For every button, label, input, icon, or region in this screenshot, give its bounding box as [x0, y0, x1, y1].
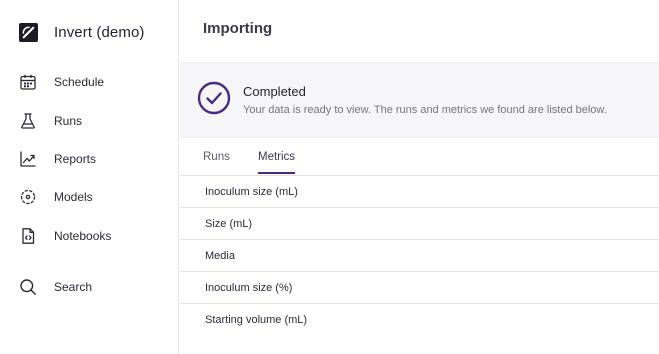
calendar-icon	[20, 74, 36, 90]
models-icon	[20, 189, 36, 205]
main-content: Importing Completed Your data is ready t…	[180, 0, 659, 354]
flask-icon	[21, 113, 35, 129]
sidebar-item-label: Schedule	[54, 75, 105, 89]
logo-icon	[19, 22, 38, 42]
notebook-icon	[22, 228, 35, 244]
page-title: Importing	[203, 20, 273, 37]
list-item[interactable]: Inoculum size (mL)	[180, 176, 659, 208]
list-item[interactable]: Size (mL)	[180, 208, 659, 240]
sidebar-item-reports[interactable]: Reports	[19, 148, 169, 170]
sidebar-item-search[interactable]: Search	[19, 276, 169, 298]
list-item[interactable]: Media	[180, 240, 659, 272]
status-banner: Completed Your data is ready to view. Th…	[180, 62, 659, 138]
check-circle-icon	[197, 81, 231, 115]
sidebar-item-label: Notebooks	[54, 229, 112, 243]
brand-name: Invert (demo)	[54, 23, 145, 41]
sidebar-item-label: Runs	[54, 114, 83, 128]
tab-bar: Runs Metrics	[180, 138, 659, 176]
tab-runs[interactable]: Runs	[203, 151, 230, 172]
sidebar-item-label: Reports	[54, 152, 97, 166]
sidebar-item-runs[interactable]: Runs	[19, 110, 169, 132]
trend-chart-icon	[20, 151, 36, 167]
sidebar-item-models[interactable]: Models	[19, 186, 169, 208]
list-item[interactable]: Inoculum size (%)	[180, 272, 659, 304]
sidebar: Invert (demo) Schedule Runs Reports Mode…	[0, 0, 179, 354]
metric-list: Inoculum size (mL) Size (mL) Media Inocu…	[180, 176, 659, 336]
status-title: Completed	[243, 84, 306, 99]
sidebar-item-label: Models	[54, 190, 93, 204]
brand[interactable]: Invert (demo)	[19, 21, 145, 43]
sidebar-item-notebooks[interactable]: Notebooks	[19, 225, 169, 247]
app-window: Invert (demo) Schedule Runs Reports Mode…	[0, 0, 659, 354]
list-item[interactable]: Starting volume (mL)	[180, 304, 659, 336]
search-icon	[20, 279, 36, 295]
sidebar-item-schedule[interactable]: Schedule	[19, 71, 169, 93]
tab-metrics[interactable]: Metrics	[258, 151, 296, 174]
status-description: Your data is ready to view. The runs and…	[243, 104, 607, 116]
sidebar-item-label: Search	[54, 280, 93, 294]
